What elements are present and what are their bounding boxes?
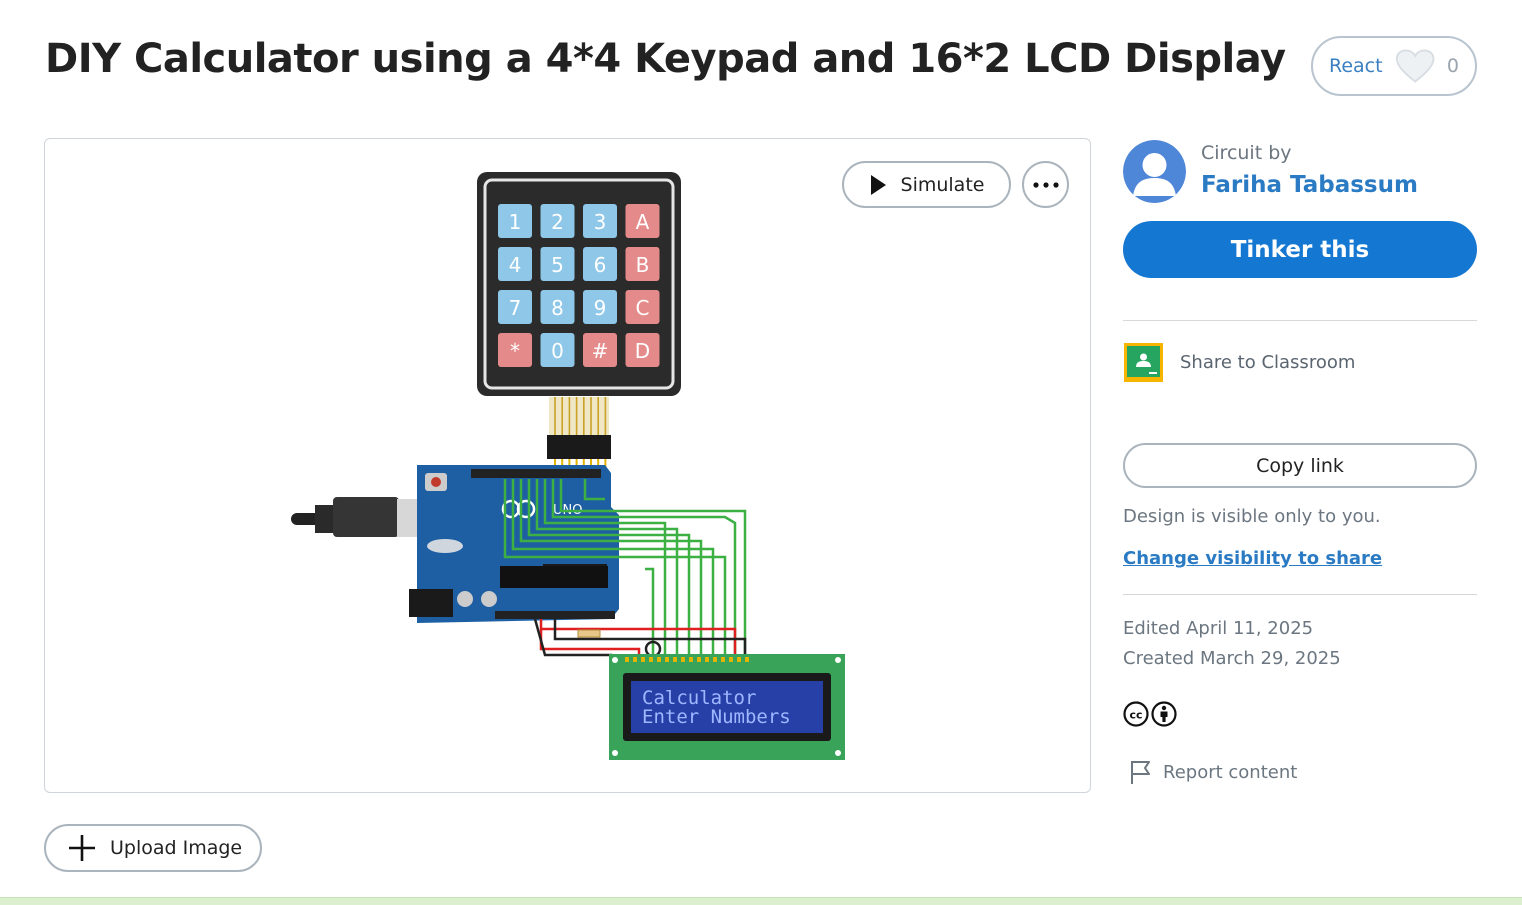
copy-link-button[interactable]: Copy link — [1123, 443, 1477, 488]
keypad-key: 1 — [498, 204, 532, 238]
share-to-classroom-label: Share to Classroom — [1180, 352, 1356, 373]
edited-date: Edited April 11, 2025 — [1123, 618, 1314, 639]
keypad-key: 8 — [540, 290, 575, 324]
keypad-key: 5 — [540, 247, 575, 281]
svg-text:0: 0 — [551, 339, 564, 363]
author-name-link[interactable]: Fariha Tabassum — [1201, 172, 1418, 198]
svg-text:A: A — [636, 210, 650, 234]
upload-label: Upload Image — [110, 837, 243, 859]
svg-text:9: 9 — [594, 296, 607, 320]
keypad-key: 9 — [583, 290, 617, 324]
react-label: React — [1329, 55, 1383, 77]
heart-icon — [1395, 49, 1434, 83]
lcd-line-2: Enter Numbers — [642, 706, 791, 728]
keypad-key: A — [625, 204, 660, 238]
svg-text:D: D — [635, 339, 650, 363]
svg-text:3: 3 — [594, 210, 607, 234]
attribution-icon — [1151, 701, 1177, 727]
license-badges[interactable]: cc — [1123, 701, 1177, 727]
simulate-label: Simulate — [900, 173, 985, 196]
react-count: 0 — [1446, 55, 1459, 77]
svg-text:C: C — [636, 296, 650, 320]
svg-text:7: 7 — [509, 296, 522, 320]
svg-text:1: 1 — [509, 210, 522, 234]
keypad-key: 3 — [583, 204, 617, 238]
svg-text:8: 8 — [551, 296, 564, 320]
lcd-display: Calculator Enter Numbers — [609, 654, 845, 760]
keypad-key: 7 — [498, 290, 532, 324]
change-visibility-link[interactable]: Change visibility to share — [1123, 548, 1382, 569]
keypad-key: 4 — [498, 247, 532, 281]
creative-commons-icon: cc — [1123, 701, 1149, 727]
svg-text:#: # — [592, 339, 609, 363]
more-options-button[interactable] — [1022, 161, 1069, 208]
upload-image-button[interactable]: Upload Image — [44, 824, 262, 872]
flag-icon — [1131, 761, 1150, 784]
keypad-key: C — [625, 290, 660, 324]
keypad-key: 0 — [540, 333, 575, 367]
divider — [1123, 594, 1477, 595]
keypad: 1 2 3 A 4 5 6 B 7 8 9 C * 0 # D — [477, 172, 681, 475]
svg-text:2: 2 — [551, 210, 564, 234]
simulate-button[interactable]: Simulate — [842, 161, 1011, 208]
svg-text:4: 4 — [509, 253, 522, 277]
circuit-by-label: Circuit by — [1201, 142, 1292, 164]
divider — [1123, 320, 1477, 321]
share-to-classroom-button[interactable]: Share to Classroom — [1123, 342, 1355, 383]
svg-text:6: 6 — [594, 253, 607, 277]
page-title: DIY Calculator using a 4*4 Keypad and 16… — [45, 36, 1286, 82]
svg-text:cc: cc — [1129, 709, 1142, 722]
report-content-link[interactable]: Report content — [1129, 759, 1297, 785]
circuit-diagram: 1 2 3 A4 5 6 B7 8 9 C* 0 # D UNO Calcula… — [291, 172, 845, 760]
play-icon — [870, 174, 886, 195]
svg-text:B: B — [636, 253, 650, 277]
plus-icon — [69, 835, 95, 861]
google-classroom-icon — [1124, 343, 1163, 382]
react-button[interactable]: React 0 — [1311, 36, 1477, 96]
circuit-canvas[interactable]: 1 2 3 A 4 5 6 B 7 8 9 C * 0 # D UNO Calc… — [44, 138, 1091, 793]
svg-text:*: * — [510, 339, 520, 363]
visibility-note: Design is visible only to you. — [1123, 506, 1381, 527]
report-content-label: Report content — [1163, 761, 1298, 783]
keypad-key: # — [583, 333, 617, 367]
footer-strip — [0, 897, 1522, 905]
more-horizontal-icon — [1032, 181, 1059, 188]
svg-text:5: 5 — [551, 253, 564, 277]
tinker-this-button[interactable]: Tinker this — [1123, 221, 1477, 278]
keypad-key: B — [625, 247, 660, 281]
avatar[interactable] — [1123, 140, 1186, 203]
keypad-key: D — [625, 333, 660, 367]
keypad-key: 2 — [540, 204, 575, 238]
keypad-key: 6 — [583, 247, 617, 281]
created-date: Created March 29, 2025 — [1123, 648, 1341, 669]
keypad-key: * — [498, 333, 532, 367]
